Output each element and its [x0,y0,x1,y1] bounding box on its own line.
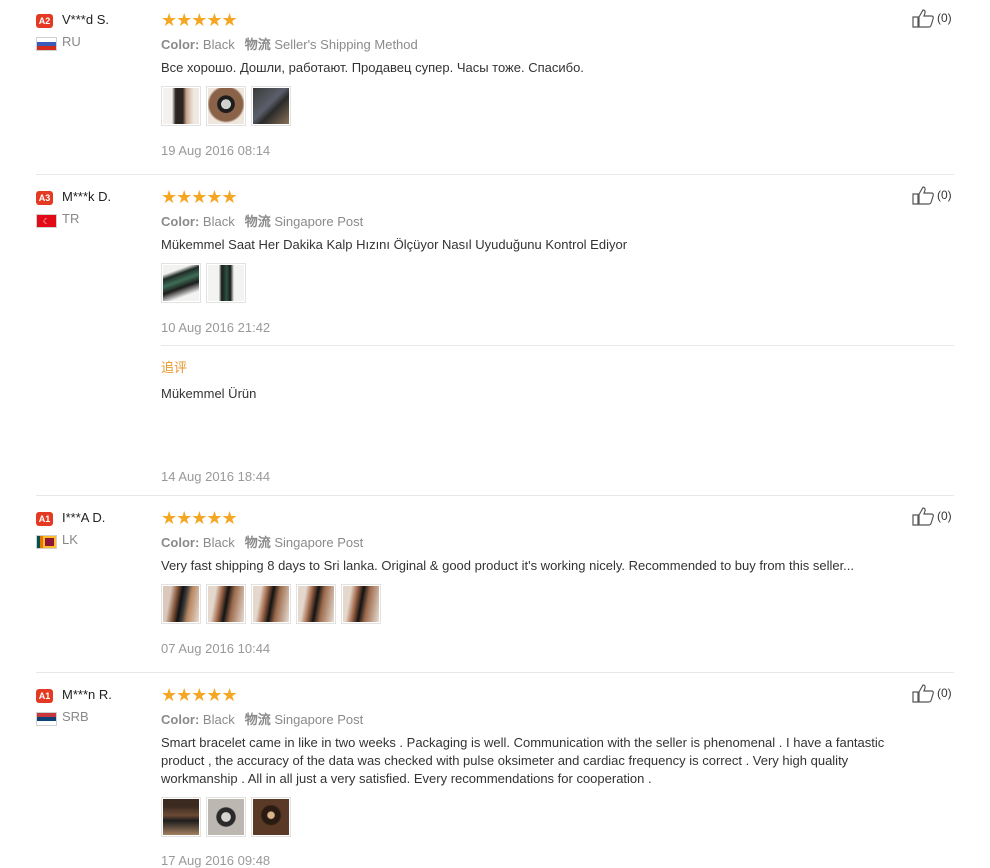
review-photo-thumbnail[interactable] [251,86,291,126]
country-code: SRB [62,709,89,724]
shipping-value: Singapore Post [274,712,364,727]
buyer-level-badge: A1 [36,512,53,526]
review-photo-thumbnail[interactable] [251,797,291,837]
color-value: Black [202,37,235,52]
review-item: A3 M***k D. ☾ TR ★★★★★ Color: Black 物流 Si… [36,186,954,491]
star-rating: ★★★★★ [161,10,238,30]
like-count: (0) [937,188,952,202]
country-code: LK [62,532,78,547]
review-meta: Color: Black 物流 Singapore Post [161,532,363,551]
color-value: Black [202,712,235,727]
shipping-value: Singapore Post [274,535,364,550]
followup-date: 14 Aug 2016 18:44 [161,469,271,484]
review-divider [36,495,954,496]
review-text: Все хорошо. Дошли, работают. Продавец су… [161,60,584,75]
buyer-level-badge: A3 [36,191,53,205]
shipping-value: Singapore Post [274,214,364,229]
shipping-label: 物流 [244,37,271,52]
review-item: A1 M***n R. SRB ★★★★★ Color: Black 物流 Sin… [36,684,954,868]
reviewer-name: M***n R. [62,687,112,702]
shipping-label: 物流 [244,214,271,229]
color-value: Black [202,214,235,229]
color-value: Black [202,535,235,550]
like-count: (0) [937,686,952,700]
reviewer-name: M***k D. [62,189,112,204]
country-flag-icon: ☾ [36,214,57,228]
like-button[interactable]: (0) [912,683,952,703]
review-photo-thumbnail[interactable] [206,86,246,126]
review-photos [161,797,291,837]
thumbs-up-icon [912,9,934,28]
review-item: A1 I***A D. LK ★★★★★ Color: Black 物流 Sing… [36,507,954,662]
like-button[interactable]: (0) [912,185,952,205]
followup-label: 追评 [161,360,188,375]
review-text: Smart bracelet came in like in two weeks… [161,735,885,786]
reviewer-name: I***A D. [62,510,106,525]
like-count: (0) [937,509,952,523]
reviewer-name: V***d S. [62,12,109,27]
followup-text: Mükemmel Ürün [161,386,257,401]
review-photos [161,263,246,303]
shipping-value: Seller's Shipping Method [274,37,418,52]
followup-divider [161,345,954,346]
country-code: TR [62,211,80,226]
review-photo-thumbnail[interactable] [251,584,291,624]
star-rating: ★★★★★ [161,187,238,207]
color-label: Color: [161,535,200,550]
review-photo-thumbnail[interactable] [206,584,246,624]
shipping-label: 物流 [244,535,271,550]
review-photo-thumbnail[interactable] [341,584,381,624]
buyer-level-badge: A2 [36,14,53,28]
review-date: 07 Aug 2016 10:44 [161,641,271,656]
review-photos [161,584,381,624]
review-photo-thumbnail[interactable] [296,584,336,624]
star-rating: ★★★★★ [161,685,238,705]
thumbs-up-icon [912,507,934,526]
review-photo-thumbnail[interactable] [161,86,201,126]
review-text: Mükemmel Saat Her Dakika Kalp Hızını Ölç… [161,237,628,252]
like-button[interactable]: (0) [912,8,952,28]
star-rating: ★★★★★ [161,508,238,528]
color-label: Color: [161,712,200,727]
shipping-label: 物流 [244,712,271,727]
review-divider [36,672,954,673]
thumbs-up-icon [912,684,934,703]
review-meta: Color: Black 物流 Seller's Shipping Method [161,34,418,53]
like-count: (0) [937,11,952,25]
review-photo-thumbnail[interactable] [161,584,201,624]
review-date: 17 Aug 2016 09:48 [161,853,271,868]
review-photo-thumbnail[interactable] [161,797,201,837]
review-photo-thumbnail[interactable] [161,263,201,303]
buyer-level-badge: A1 [36,689,53,703]
review-text: Very fast shipping 8 days to Sri lanka. … [161,558,855,573]
review-item: A2 V***d S. RU ★★★★★ Color: Black 物流 Sell… [36,9,954,164]
like-button[interactable]: (0) [912,506,952,526]
thumbs-up-icon [912,186,934,205]
review-meta: Color: Black 物流 Singapore Post [161,709,363,728]
country-flag-icon [36,535,57,549]
color-label: Color: [161,214,200,229]
review-photo-thumbnail[interactable] [206,263,246,303]
review-divider [36,174,954,175]
country-flag-icon [36,37,57,51]
review-date: 19 Aug 2016 08:14 [161,143,271,158]
review-photos [161,86,291,126]
country-code: RU [62,34,81,49]
country-flag-icon [36,712,57,726]
review-date: 10 Aug 2016 21:42 [161,320,271,335]
color-label: Color: [161,37,200,52]
review-photo-thumbnail[interactable] [206,797,246,837]
review-meta: Color: Black 物流 Singapore Post [161,211,363,230]
